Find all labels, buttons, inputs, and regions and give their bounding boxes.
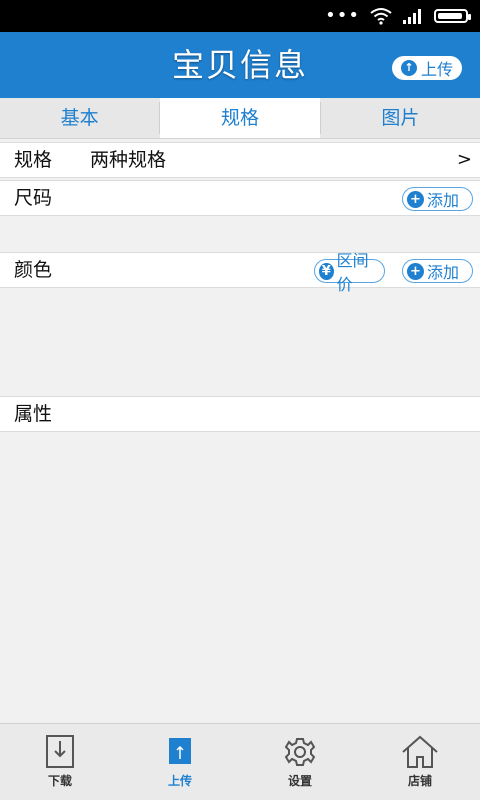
yuan-icon: ¥ bbox=[319, 262, 334, 280]
download-icon bbox=[46, 735, 74, 768]
spec-value: 两种规格 bbox=[90, 149, 167, 171]
tab-images[interactable]: 图片 bbox=[321, 98, 480, 138]
color-row: 颜色 ¥ 区间价 + 添加 bbox=[0, 251, 480, 294]
arrow-up-icon: ↑ bbox=[400, 60, 417, 76]
signal-icon bbox=[403, 9, 421, 24]
nav-shop[interactable]: 店铺 bbox=[360, 724, 480, 800]
status-icons: ••• bbox=[325, 5, 471, 26]
spec-row[interactable]: 规格 两种规格 > bbox=[0, 142, 480, 178]
nav-upload[interactable]: 上传 bbox=[120, 724, 240, 800]
size-row: 尺码 + 添加 bbox=[0, 180, 480, 216]
color-add-button[interactable]: + 添加 bbox=[402, 259, 473, 283]
status-bar: ••• bbox=[0, 0, 480, 32]
size-add-label: 添加 bbox=[427, 191, 460, 210]
home-icon bbox=[402, 735, 438, 768]
notification-dots-icon: ••• bbox=[325, 5, 360, 26]
spec-label: 规格 bbox=[14, 149, 53, 171]
tab-bar: 基本 规格 图片 bbox=[0, 98, 480, 139]
plus-icon: + bbox=[407, 262, 424, 280]
chevron-right-icon: > bbox=[456, 149, 472, 170]
title-bar: 宝贝信息 ↑ 上传 bbox=[0, 32, 480, 98]
nav-settings-label: 设置 bbox=[287, 774, 312, 788]
range-price-button[interactable]: ¥ 区间价 bbox=[314, 251, 385, 294]
range-price-label: 区间价 bbox=[336, 251, 369, 294]
battery-icon bbox=[434, 9, 471, 23]
color-label: 颜色 bbox=[14, 259, 53, 281]
wifi-icon bbox=[370, 8, 392, 25]
plus-icon: + bbox=[407, 190, 424, 208]
upload-button-label: 上传 bbox=[420, 60, 453, 79]
nav-download-label: 下载 bbox=[47, 774, 72, 788]
tab-spec[interactable]: 规格 bbox=[160, 98, 320, 138]
gear-icon bbox=[284, 738, 316, 766]
nav-settings[interactable]: 设置 bbox=[240, 724, 360, 800]
nav-upload-label: 上传 bbox=[167, 774, 192, 788]
upload-icon bbox=[169, 738, 191, 764]
tab-basic[interactable]: 基本 bbox=[0, 98, 159, 138]
color-add-label: 添加 bbox=[427, 263, 460, 282]
bottom-nav: 下载 上传 设置 店铺 bbox=[0, 723, 480, 800]
size-label: 尺码 bbox=[14, 187, 53, 209]
upload-button[interactable]: ↑ 上传 bbox=[392, 56, 462, 80]
nav-shop-label: 店铺 bbox=[407, 774, 432, 788]
attributes-row[interactable]: 属性 bbox=[0, 396, 480, 432]
size-add-button[interactable]: + 添加 bbox=[402, 187, 473, 211]
attributes-label: 属性 bbox=[14, 403, 53, 425]
nav-download[interactable]: 下载 bbox=[0, 724, 120, 800]
